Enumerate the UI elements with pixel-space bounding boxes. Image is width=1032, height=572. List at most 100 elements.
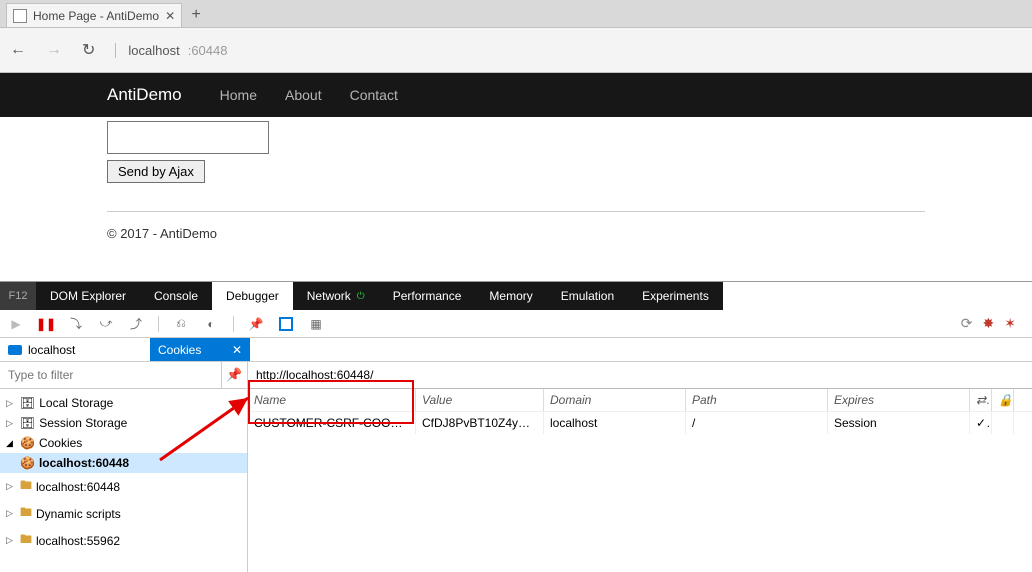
tree-expand-icon[interactable]: ▷	[6, 535, 16, 546]
cookie-expires: Session	[828, 412, 970, 434]
tree-label: Local Storage	[39, 396, 113, 410]
context-cookies-tab[interactable]: Cookies ✕	[150, 338, 250, 361]
tree-expand-icon[interactable]: ▷	[6, 398, 16, 409]
nav-link-about[interactable]: About	[285, 87, 322, 103]
cookie-domain: localhost	[544, 412, 686, 434]
file-icon	[8, 345, 22, 355]
col-path[interactable]: Path	[686, 389, 828, 411]
tree-label: localhost:60448	[36, 480, 120, 494]
browser-tabstrip: Home Page - AntiDemo ✕ +	[0, 0, 1032, 28]
tree-expand-icon[interactable]: ▷	[6, 508, 16, 519]
tree-label: Dynamic scripts	[36, 507, 121, 521]
continue-icon[interactable]: ▶	[8, 316, 24, 332]
pin-icon[interactable]: 📌	[248, 316, 264, 332]
col-value[interactable]: Value	[416, 389, 544, 411]
webpage-viewport: AntiDemo Home About Contact Send by Ajax…	[0, 73, 1032, 281]
site-navbar: AntiDemo Home About Contact	[0, 73, 1032, 117]
folder-icon: 🖿	[20, 503, 32, 524]
cookie-icon: 🍪	[20, 456, 35, 470]
browser-toolbar: ← → ↻ localhost:60448	[0, 28, 1032, 73]
cookie-row[interactable]: CUSTOMER-CSRF-COOKIE CfDJ8PvBT10Z4yNKsT……	[248, 412, 1032, 434]
col-expires[interactable]: Expires	[828, 389, 970, 411]
tree-cookies-host[interactable]: 🍪 localhost:60448	[0, 453, 247, 473]
breakpoint-icon[interactable]: ◐	[203, 316, 219, 332]
select-element-icon[interactable]	[278, 316, 294, 332]
cookie-httponly: ✓	[970, 412, 992, 434]
tree-label: localhost:60448	[39, 456, 129, 470]
context-file-label: localhost	[28, 343, 75, 357]
col-httponly-icon[interactable]: ⇄	[970, 389, 992, 411]
context-cookies-label: Cookies	[158, 343, 201, 357]
send-button[interactable]: Send by Ajax	[107, 160, 205, 183]
pin-button[interactable]: 📌	[221, 362, 247, 388]
new-tab-button[interactable]: +	[182, 3, 210, 27]
tab-title: Home Page - AntiDemo	[33, 9, 159, 23]
pause-icon[interactable]: ❚❚	[38, 316, 54, 332]
tree-host-1[interactable]: ▷ 🖿 localhost:60448	[0, 473, 247, 500]
address-bar[interactable]: localhost:60448	[115, 43, 227, 58]
bug-disabled-icon[interactable]: ✶	[1004, 315, 1016, 332]
step-over-icon[interactable]: ⤻	[98, 316, 114, 332]
devtools-tabstrip: F12 DOM Explorer Console Debugger Networ…	[0, 282, 1032, 310]
break-all-icon[interactable]: ⎌	[173, 316, 189, 332]
tree-label: Cookies	[39, 436, 82, 450]
devtools-panel: F12 DOM Explorer Console Debugger Networ…	[0, 281, 1032, 572]
more-icon[interactable]: ▦	[308, 316, 324, 332]
storage-tree: ▷ 🗄 Local Storage ▷ 🗄 Session Storage ◢ …	[0, 389, 247, 554]
cookie-secure	[992, 412, 1014, 434]
step-out-icon[interactable]: ⤴	[128, 316, 144, 332]
step-in-icon[interactable]: ⤵	[68, 316, 84, 332]
address-host: localhost	[128, 43, 179, 58]
cookie-path: /	[686, 412, 828, 434]
forward-button[interactable]: →	[46, 41, 62, 59]
tree-expand-icon[interactable]: ▷	[6, 481, 16, 492]
folder-icon: 🖿	[20, 530, 32, 551]
tree-host-2[interactable]: ▷ 🖿 localhost:55962	[0, 527, 247, 554]
tree-cookies[interactable]: ◢ 🍪 Cookies	[0, 433, 247, 453]
cookie-url: http://localhost:60448/	[248, 362, 1032, 389]
filter-row: 📌	[0, 362, 247, 389]
nav-link-home[interactable]: Home	[220, 87, 257, 103]
nav-link-contact[interactable]: Contact	[350, 87, 398, 103]
toolbar-separator	[233, 316, 234, 332]
cookie-panel: http://localhost:60448/ Name Value Domai…	[248, 362, 1032, 572]
bug-icon[interactable]: ✸	[983, 315, 995, 332]
browser-tab[interactable]: Home Page - AntiDemo ✕	[6, 3, 182, 27]
cookie-value: CfDJ8PvBT10Z4yNKsT…	[416, 412, 544, 434]
tab-memory[interactable]: Memory	[475, 282, 546, 310]
message-input[interactable]	[107, 121, 269, 154]
site-brand[interactable]: AntiDemo	[107, 85, 182, 105]
tab-debugger[interactable]: Debugger	[212, 282, 293, 310]
refresh-icon[interactable]: ⟳	[961, 315, 973, 332]
tree-label: Session Storage	[39, 416, 127, 430]
debugger-context-bar: localhost Cookies ✕	[0, 338, 1032, 362]
debugger-toolbar: ▶ ❚❚ ⤵ ⤻ ⤴ ⎌ ◐ 📌 ▦ ⟳ ✸ ✶	[0, 310, 1032, 338]
tab-dom-explorer[interactable]: DOM Explorer	[36, 282, 140, 310]
close-cookies-tab-icon[interactable]: ✕	[232, 343, 242, 357]
tab-emulation[interactable]: Emulation	[547, 282, 628, 310]
tab-network-label: Network	[307, 289, 351, 303]
toolbar-separator	[158, 316, 159, 332]
col-name[interactable]: Name	[248, 389, 416, 411]
storage-icon: 🗄	[20, 396, 35, 410]
back-button[interactable]: ←	[10, 41, 26, 59]
refresh-button[interactable]: ↻	[82, 40, 95, 60]
cookie-icon: 🍪	[20, 436, 35, 450]
filter-input[interactable]	[0, 362, 221, 388]
tab-experiments[interactable]: Experiments	[628, 282, 723, 310]
tree-expand-icon[interactable]: ▷	[6, 418, 16, 429]
tree-dynamic-scripts[interactable]: ▷ 🖿 Dynamic scripts	[0, 500, 247, 527]
tab-console[interactable]: Console	[140, 282, 212, 310]
folder-icon: 🖿	[20, 476, 32, 497]
footer-text: © 2017 - AntiDemo	[107, 211, 925, 241]
tree-label: localhost:55962	[36, 534, 120, 548]
tab-performance[interactable]: Performance	[379, 282, 476, 310]
context-file-tab[interactable]: localhost	[0, 338, 150, 361]
close-tab-icon[interactable]: ✕	[165, 9, 175, 23]
tree-session-storage[interactable]: ▷ 🗄 Session Storage	[0, 413, 247, 433]
tree-local-storage[interactable]: ▷ 🗄 Local Storage	[0, 393, 247, 413]
tab-network[interactable]: Network ⏻	[293, 282, 379, 310]
col-secure-icon[interactable]: 🔒	[992, 389, 1014, 411]
col-domain[interactable]: Domain	[544, 389, 686, 411]
tree-collapse-icon[interactable]: ◢	[6, 438, 16, 449]
